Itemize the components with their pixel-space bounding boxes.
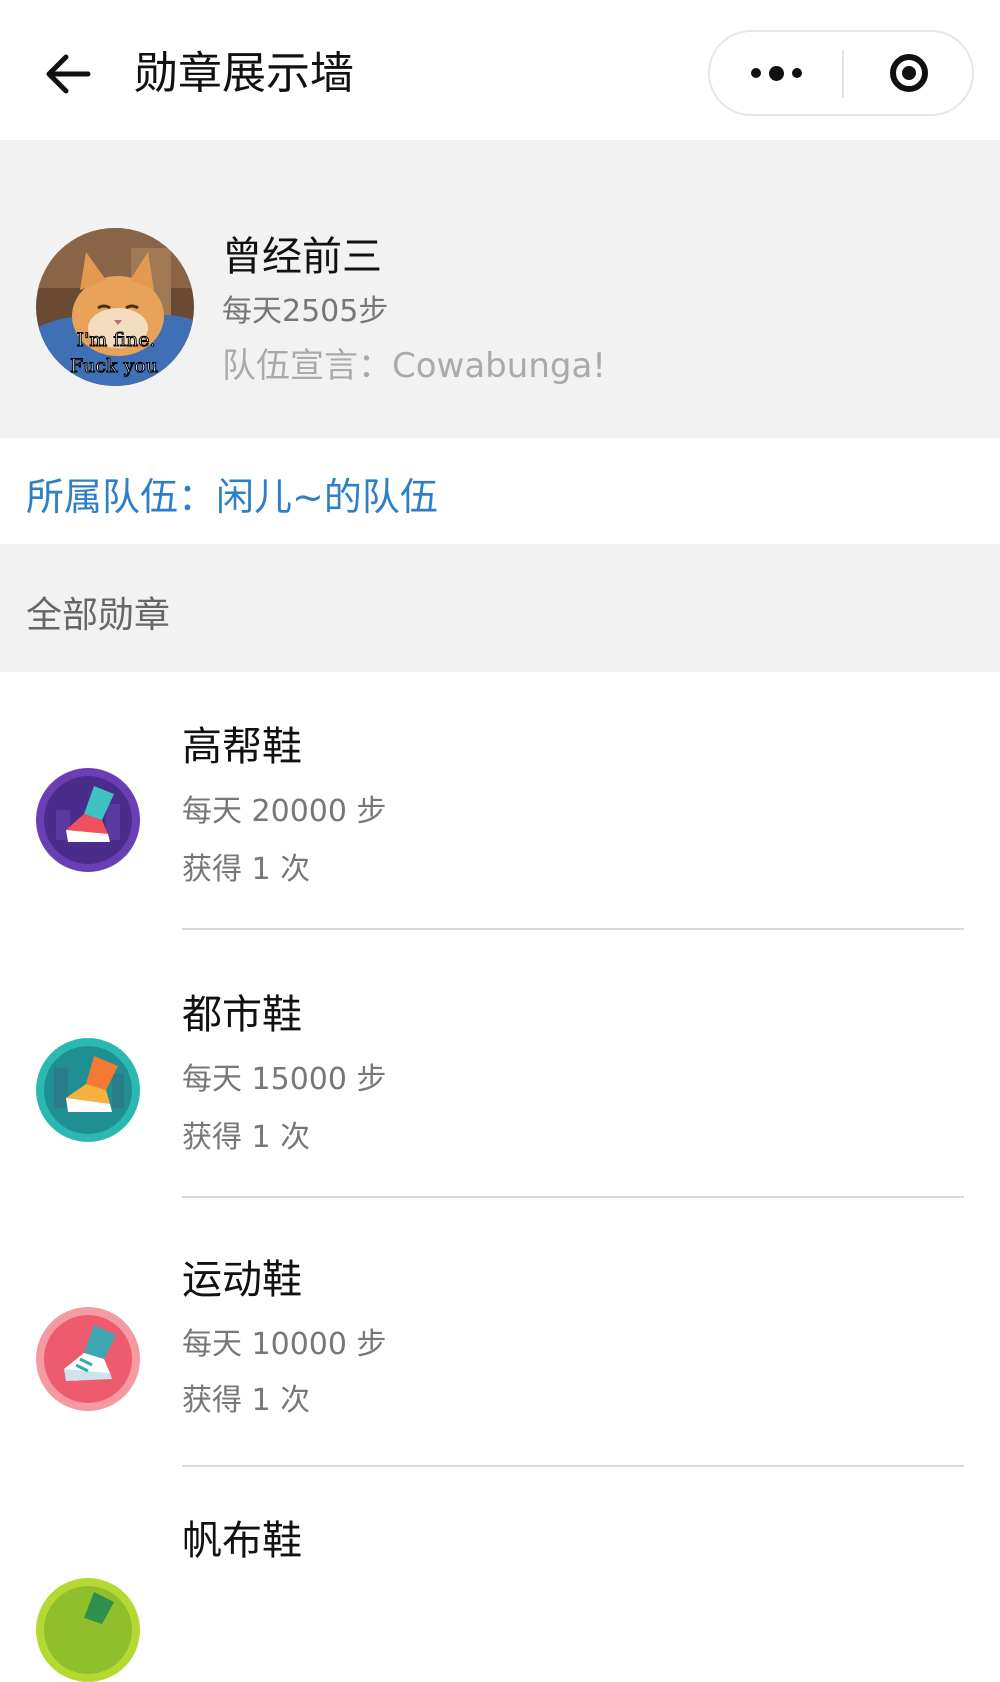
badge-requirement: 每天 10000 步 [182, 1327, 387, 1362]
badge-name: 高帮鞋 [182, 724, 302, 770]
badge-count: 获得 1 次 [182, 852, 311, 887]
high-top-shoe-icon [36, 768, 140, 872]
arrow-left-icon [46, 54, 91, 94]
nav-bar: 勋章展示墙 [0, 0, 1000, 140]
profile-name: 曾经前三 [222, 234, 382, 280]
mini-program-capsule [708, 30, 974, 116]
page-title: 勋章展示墙 [134, 48, 354, 99]
badge-requirement: 每天 15000 步 [182, 1062, 387, 1097]
divider [182, 928, 964, 930]
badge-name: 帆布鞋 [182, 1518, 302, 1564]
divider [182, 1196, 964, 1198]
target-icon [890, 54, 928, 92]
list-item[interactable]: 帆布鞋 [0, 1480, 1000, 1682]
back-button[interactable] [40, 46, 96, 102]
list-item[interactable]: 运动鞋 每天 10000 步 获得 1 次 [0, 1211, 1000, 1481]
avatar: I'm fine. Fuck you [36, 228, 194, 386]
divider [182, 1465, 964, 1467]
more-button[interactable] [710, 32, 842, 114]
list-item[interactable]: 都市鞋 每天 15000 步 获得 1 次 [0, 942, 1000, 1212]
city-shoe-icon [36, 1038, 140, 1142]
avatar-caption-line1: I'm fine. [77, 329, 156, 351]
section-title: 全部勋章 [26, 595, 171, 636]
badge-name: 运动鞋 [182, 1257, 302, 1303]
more-dots-icon [750, 65, 802, 81]
avatar-caption-line2: Fuck you [70, 355, 158, 377]
badge-count: 获得 1 次 [182, 1120, 311, 1155]
team-link[interactable]: 所属队伍：闲儿~的队伍 [26, 466, 438, 521]
section-header: 全部勋章 [0, 544, 1000, 672]
close-mini-program-button[interactable] [844, 32, 974, 114]
team-motto: 队伍宣言：Cowabunga! [222, 346, 606, 386]
badge-name: 都市鞋 [182, 992, 302, 1038]
badge-count: 获得 1 次 [182, 1383, 311, 1418]
list-item[interactable]: 高帮鞋 每天 20000 步 获得 1 次 [0, 672, 1000, 942]
profile-steps: 每天2505步 [222, 294, 389, 329]
sports-shoe-icon [36, 1307, 140, 1411]
profile-header: I'm fine. Fuck you 曾经前三 每天2505步 队伍宣言：Cow… [0, 140, 1000, 438]
badge-requirement: 每天 20000 步 [182, 794, 387, 829]
team-row: 所属队伍：闲儿~的队伍 [0, 438, 1000, 544]
canvas-shoe-icon [36, 1578, 140, 1682]
